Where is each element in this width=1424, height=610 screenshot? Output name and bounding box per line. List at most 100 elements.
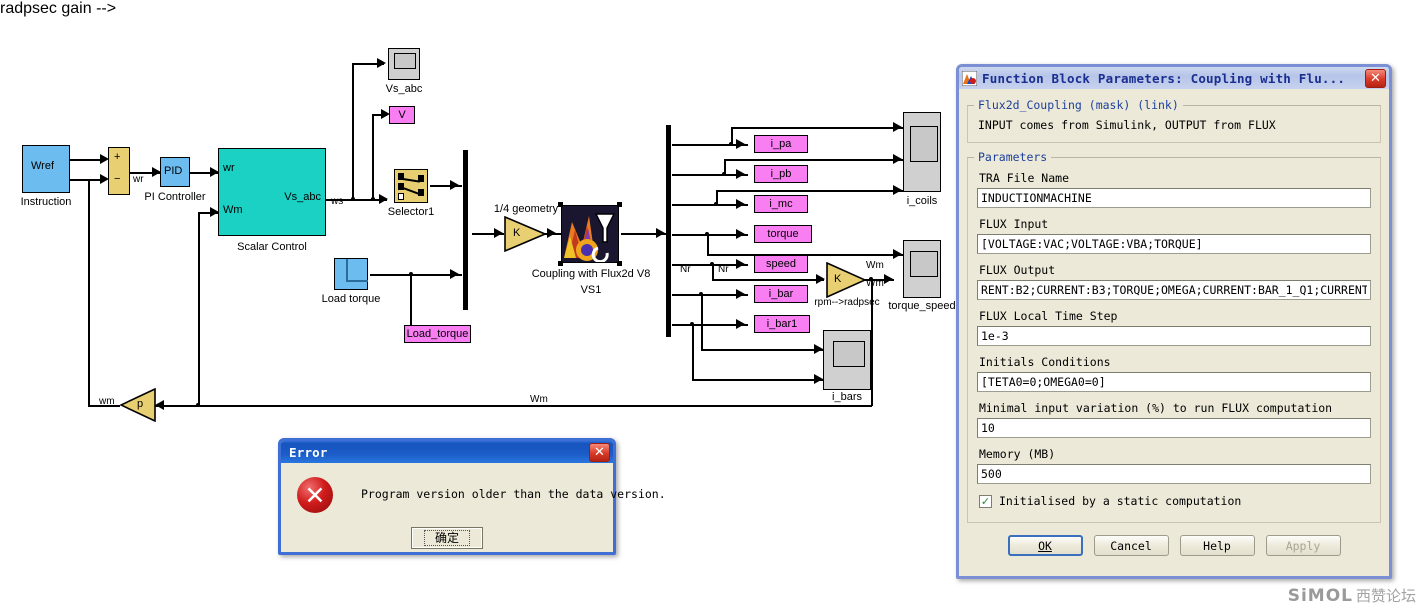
error-dialog-title: Error xyxy=(289,444,328,460)
signal-label-wm-bottom: Wm xyxy=(866,278,884,289)
flux-input-input[interactable] xyxy=(977,234,1371,254)
wire xyxy=(701,294,703,350)
block-geometry-gain-label: 1/4 geometry xyxy=(493,203,559,215)
block-torque-speed-scope[interactable] xyxy=(903,240,941,298)
params-dialog-titlebar[interactable]: Function Block Parameters: Coupling with… xyxy=(959,67,1389,89)
apply-button: Apply xyxy=(1265,535,1341,556)
signal-label-wm-bus: Wm xyxy=(530,394,548,405)
wire-arrow xyxy=(736,199,745,209)
error-message: Program version older than the data vers… xyxy=(361,487,666,501)
selection-handle[interactable] xyxy=(617,202,622,207)
scope-screen xyxy=(910,251,938,277)
scope-screen xyxy=(833,341,865,367)
tra-file-name-input[interactable] xyxy=(977,188,1371,208)
selection-handle[interactable] xyxy=(558,202,563,207)
block-load-torque-step[interactable] xyxy=(334,258,368,290)
parameters-group: Parameters TRA File Name FLUX Input FLUX… xyxy=(967,150,1381,523)
tag-i-bar1[interactable]: i_bar1 xyxy=(754,315,810,333)
block-scalar-control[interactable]: wr Wm Vs_abc xyxy=(218,148,326,236)
watermark: SiMOL 西赞论坛 xyxy=(1288,585,1416,606)
signal-label-wm-top: Wm xyxy=(866,260,884,271)
block-p-gain[interactable]: p xyxy=(119,387,156,427)
wire xyxy=(731,127,733,145)
static-computation-checkbox-row[interactable]: ✓ Initialised by a static computation xyxy=(979,494,1371,508)
block-selector1[interactable] xyxy=(394,169,428,203)
error-dialog[interactable]: Error ✕ ✕ Program version older than the… xyxy=(278,438,666,555)
geometry-gain-text: K xyxy=(513,227,521,239)
error-ok-label: 确定 xyxy=(423,530,470,546)
ok-button-label: OK xyxy=(1038,538,1052,553)
wire-arrow xyxy=(377,58,386,68)
signal-label-nr-2: Nr xyxy=(718,264,729,275)
wire xyxy=(707,234,709,255)
help-button[interactable]: Help xyxy=(1179,535,1255,556)
wire xyxy=(712,279,824,281)
field-label-tra-file-name: TRA File Name xyxy=(979,171,1070,185)
close-icon[interactable]: ✕ xyxy=(1365,68,1386,88)
gain-triangle-icon xyxy=(826,261,867,299)
watermark-suffix: 西赞论坛 xyxy=(1355,587,1416,605)
wire xyxy=(724,159,903,161)
wire xyxy=(724,159,726,175)
selection-handle[interactable] xyxy=(617,261,622,266)
error-dialog-titlebar[interactable]: Error ✕ xyxy=(281,441,613,463)
wire-arrow xyxy=(450,269,459,279)
block-selector1-label: Selector1 xyxy=(387,206,435,218)
block-i-bars-scope[interactable] xyxy=(823,330,871,390)
tag-v[interactable]: V xyxy=(389,106,415,124)
block-pi-controller[interactable]: PID xyxy=(160,157,190,187)
block-rpm-gain-label: rpm-->radpsec xyxy=(814,297,880,308)
simulink-icon xyxy=(961,70,978,86)
block-instruction-text: Wref xyxy=(31,160,55,172)
tag-speed[interactable]: speed xyxy=(754,255,808,273)
tag-i-pa[interactable]: i_pa xyxy=(754,135,808,153)
tag-load-torque[interactable]: Load_torque xyxy=(404,325,471,343)
mask-group: Flux2d_Coupling (mask) (link) INPUT come… xyxy=(967,98,1381,143)
block-i-coils-label: i_coils xyxy=(906,195,938,207)
wire xyxy=(372,114,374,199)
tag-i-bar[interactable]: i_bar xyxy=(754,285,808,303)
wire xyxy=(70,159,102,161)
rpm-gain-text: K xyxy=(834,273,842,285)
block-torque-speed-label: torque_speed xyxy=(888,300,956,312)
checkbox-icon[interactable]: ✓ xyxy=(979,494,992,508)
demux-block-1[interactable] xyxy=(666,125,671,337)
block-instruction[interactable]: Wref xyxy=(22,145,70,193)
error-ok-button[interactable]: 确定 xyxy=(411,527,483,549)
block-vsabc-scope[interactable] xyxy=(388,48,420,80)
function-block-parameters-dialog[interactable]: Function Block Parameters: Coupling with… xyxy=(956,64,1392,579)
help-button-label: Help xyxy=(1203,538,1231,553)
gain-triangle-icon xyxy=(504,215,548,253)
selection-handle[interactable] xyxy=(558,261,563,266)
block-pi-controller-label: PI Controller xyxy=(144,191,206,203)
flux-local-time-step-input[interactable] xyxy=(977,326,1371,346)
tag-i-mc[interactable]: i_mc xyxy=(754,195,808,213)
tag-i-pb[interactable]: i_pb xyxy=(754,165,808,183)
block-vsabc-scope-label: Vs_abc xyxy=(385,83,423,95)
signal-label-nr-1: Nr xyxy=(680,264,691,275)
scalar-control-input-wm: Wm xyxy=(223,204,243,216)
block-sum[interactable]: + − xyxy=(108,147,130,195)
wire-arrow xyxy=(814,344,823,354)
mux-block-1[interactable] xyxy=(463,150,468,310)
wire-arrow xyxy=(736,139,745,149)
cancel-button[interactable]: Cancel xyxy=(1093,535,1169,556)
block-coupling-flux2d[interactable] xyxy=(561,205,619,263)
static-computation-checkbox-label: Initialised by a static computation xyxy=(999,494,1242,508)
memory-mb-input[interactable] xyxy=(977,464,1371,484)
scalar-control-output-vsabc: Vs_abc xyxy=(284,191,321,203)
ok-button[interactable]: OK xyxy=(1007,535,1083,556)
wire xyxy=(155,405,872,407)
selector-node xyxy=(398,193,404,200)
wire-arrow xyxy=(884,274,893,284)
block-i-bars-label: i_bars xyxy=(832,391,862,403)
tag-torque[interactable]: torque xyxy=(754,225,812,243)
block-geometry-gain[interactable]: K xyxy=(504,215,548,257)
parameters-group-label: Parameters xyxy=(974,150,1052,164)
initials-conditions-input[interactable] xyxy=(977,372,1371,392)
block-i-coils-scope[interactable] xyxy=(903,112,941,192)
close-icon[interactable]: ✕ xyxy=(589,442,610,462)
minimal-input-variation-input[interactable] xyxy=(977,418,1371,438)
flux-output-input[interactable] xyxy=(977,280,1371,300)
block-load-torque-label: Load torque xyxy=(321,293,381,305)
